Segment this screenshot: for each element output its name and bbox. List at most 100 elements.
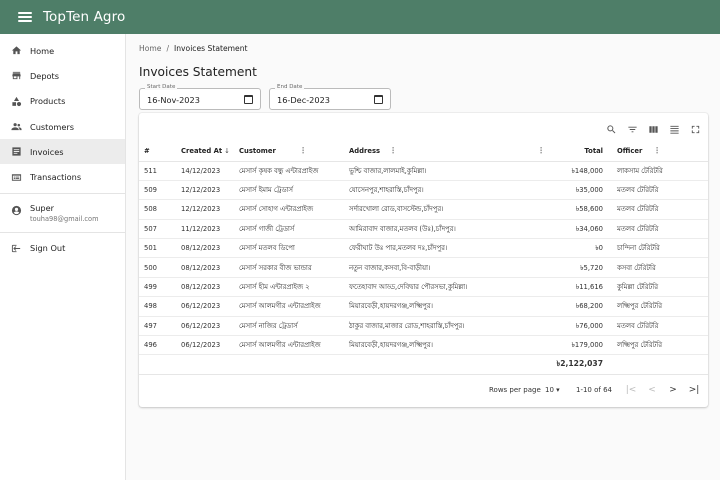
cell-total: ৳0 [547, 238, 617, 259]
cell-created: 12/12/2023 [181, 199, 239, 220]
fullscreen-icon[interactable] [688, 122, 702, 136]
table-row[interactable]: 511 14/12/2023 মেসার্স কৃষক বন্ধু এন্টারপ্… [139, 161, 708, 181]
cell-customer: মেসার্স সোহাগ এন্টারপ্রাইজ [239, 199, 349, 220]
cell-created: 06/12/2023 [181, 335, 239, 356]
cell-officer: মতলব টেরিটরি [617, 316, 708, 337]
totals-row: ৳2,122,037 [139, 354, 708, 376]
column-header-address[interactable]: Address ⋮ ⋮ [349, 141, 547, 162]
table-row[interactable]: 498 06/12/2023 মেসার্স আলমগীর এন্টারপ্রাইজ… [139, 296, 708, 317]
cell-created: 08/12/2023 [181, 277, 239, 298]
cell-num: 499 [139, 277, 181, 298]
table-row[interactable]: 496 06/12/2023 মেসার্স আলমগীর এন্টারপ্রাইজ… [139, 335, 708, 356]
cell-address: ভুশ্চি বাজার,লালমাই,কুমিল্লা। [349, 161, 547, 181]
end-date-field[interactable]: End Date 16-Dec-2023 [269, 84, 391, 110]
store-icon [10, 70, 22, 82]
cell-officer: মতলব টেরিটরি [617, 219, 708, 240]
sign-out-button[interactable]: Sign Out [0, 236, 125, 261]
menu-icon[interactable] [18, 12, 32, 22]
search-icon[interactable] [604, 122, 618, 136]
column-header-number[interactable]: # [139, 141, 181, 162]
column-header-total[interactable]: Total [547, 141, 617, 162]
calendar-icon[interactable] [374, 95, 383, 104]
start-date-field[interactable]: Start Date 16-Nov-2023 [139, 84, 261, 110]
density-icon[interactable] [667, 122, 681, 136]
cell-officer: লক্ষ্মিপুর টেরিটরি [617, 335, 708, 356]
sidebar-item-invoices[interactable]: Invoices [0, 139, 125, 165]
start-date-value[interactable]: 16-Nov-2023 [147, 95, 200, 105]
end-date-value[interactable]: 16-Dec-2023 [277, 95, 330, 105]
page-title: Invoices Statement [139, 65, 257, 79]
table-row[interactable]: 500 08/12/2023 মেসার্স সরকার বীজ ভান্ডার নত… [139, 257, 708, 278]
first-page-icon[interactable]: |< [624, 383, 638, 397]
cell-customer: মেসার্স আলমগীর এন্টারপ্রাইজ [239, 335, 349, 356]
sidebar-item-customers[interactable]: Customers [0, 114, 125, 139]
cell-address: নতুন বাজার,কসবা,বি-বাড়ীয়া। [349, 257, 547, 278]
cell-address: ফেরীঘাট উঃ পার,মতলব দঃ,চাঁদপুর। [349, 238, 547, 259]
column-header-created-at[interactable]: Created At ↓ [181, 141, 239, 162]
table-row[interactable]: 497 06/12/2023 মেসার্স নাজির ট্রেডার্স ঠাকু… [139, 316, 708, 337]
cell-officer: মতলব টেরিটরি [617, 199, 708, 220]
cell-num: 496 [139, 335, 181, 356]
cell-address: ঠাকুর বাজার,মাজার রোড,শাহরাস্তি,চাঁদপুর। [349, 316, 547, 337]
calendar-icon[interactable] [244, 95, 253, 104]
pagination-range: 1-10 of 64 [576, 386, 612, 394]
table-row[interactable]: 507 11/12/2023 মেসার্স গাজী ট্রেডার্স আমিরা… [139, 219, 708, 240]
cell-officer: কসবা টেরিটরি [617, 257, 708, 278]
table-row[interactable]: 501 08/12/2023 মেসার্স মতলব ডিপো ফেরীঘাট উঃ… [139, 238, 708, 259]
sidebar-item-label: Products [30, 96, 66, 107]
cell-address: যোসেনপুর,শাহরাস্তি,চাঁদপুর। [349, 180, 547, 201]
sidebar-item-home[interactable]: Home [0, 38, 125, 63]
cell-created: 11/12/2023 [181, 219, 239, 240]
table-row[interactable]: 509 12/12/2023 মেসার্স ইমাম ট্রেডার্স যোসেন… [139, 180, 708, 201]
app-title: TopTen Agro [43, 9, 126, 25]
user-name: Super [30, 202, 54, 213]
user-email: touha98@gmail.com [30, 214, 99, 223]
cell-num: 511 [139, 161, 181, 181]
next-page-icon[interactable]: > [666, 383, 680, 397]
sidebar-item-products[interactable]: Products [0, 89, 125, 114]
column-menu-icon[interactable]: ⋮ [537, 146, 545, 155]
last-page-icon[interactable]: >| [687, 383, 701, 397]
column-menu-icon[interactable]: ⋮ [653, 146, 661, 155]
sidebar-item-transactions[interactable]: Transactions [0, 164, 125, 189]
cell-num: 508 [139, 199, 181, 220]
rows-per-page-label: Rows per page [489, 386, 541, 394]
invoices-table: # Created At ↓ Customer ⋮ Address ⋮ ⋮ Total … [139, 141, 708, 376]
rows-per-page-select[interactable]: 10 ▾ [545, 386, 560, 394]
cell-address: আমিরাবাদ বাজার,মতলব (উঃ),চাঁদপুর। [349, 219, 547, 240]
account-circle-icon [10, 205, 22, 217]
sort-arrow-icon[interactable]: ↓ [224, 147, 230, 155]
start-date-label: Start Date [145, 84, 178, 90]
cell-num: 509 [139, 180, 181, 201]
breadcrumb-home[interactable]: Home [139, 44, 161, 53]
column-header-customer[interactable]: Customer ⋮ [239, 141, 349, 162]
column-header-officer[interactable]: Officer ⋮ [617, 141, 708, 162]
cell-customer: মেসার্স কৃষক বন্ধু এন্টারপ্রাইজ [239, 161, 349, 181]
empty-cell [617, 354, 708, 376]
cell-customer: মেসার্স আলমগীর এন্টারপ্রাইজ [239, 296, 349, 317]
cell-created: 08/12/2023 [181, 257, 239, 278]
column-menu-icon[interactable]: ⋮ [389, 146, 397, 155]
cell-address: মিয়ারবেড়ী,হায়দরগঞ্জ,লক্ষ্মিপুর। [349, 335, 547, 356]
cell-total: ৳58,600 [547, 199, 617, 220]
filter-icon[interactable] [625, 122, 639, 136]
breadcrumb-separator: / [166, 44, 169, 53]
cell-address: মিয়ারবেড়ী,হায়দরগঞ্জ,লক্ষ্মিপুর। [349, 296, 547, 317]
logout-icon [10, 242, 22, 254]
columns-icon[interactable] [646, 122, 660, 136]
cell-officer: লক্ষ্মিপুর টেরিটরি [617, 296, 708, 317]
category-icon [10, 95, 22, 107]
table-row[interactable]: 499 08/12/2023 মেসার্স হীম এন্টারপ্রাইজ ২ফ… [139, 277, 708, 298]
cell-total: ৳35,000 [547, 180, 617, 201]
user-profile[interactable]: Super touha98@gmail.com [0, 197, 125, 229]
cell-customer: মেসার্স ইমাম ট্রেডার্স [239, 180, 349, 201]
table-row[interactable]: 508 12/12/2023 মেসার্স সোহাগ এন্টারপ্রাইজ স… [139, 199, 708, 220]
sidebar-divider [0, 192, 125, 194]
cell-created: 12/12/2023 [181, 180, 239, 201]
grand-total: ৳2,122,037 [547, 354, 617, 376]
home-icon [10, 45, 22, 57]
previous-page-icon[interactable]: < [645, 383, 659, 397]
people-icon [10, 121, 22, 133]
column-menu-icon[interactable]: ⋮ [299, 146, 307, 155]
sidebar-item-depots[interactable]: Depots [0, 63, 125, 88]
